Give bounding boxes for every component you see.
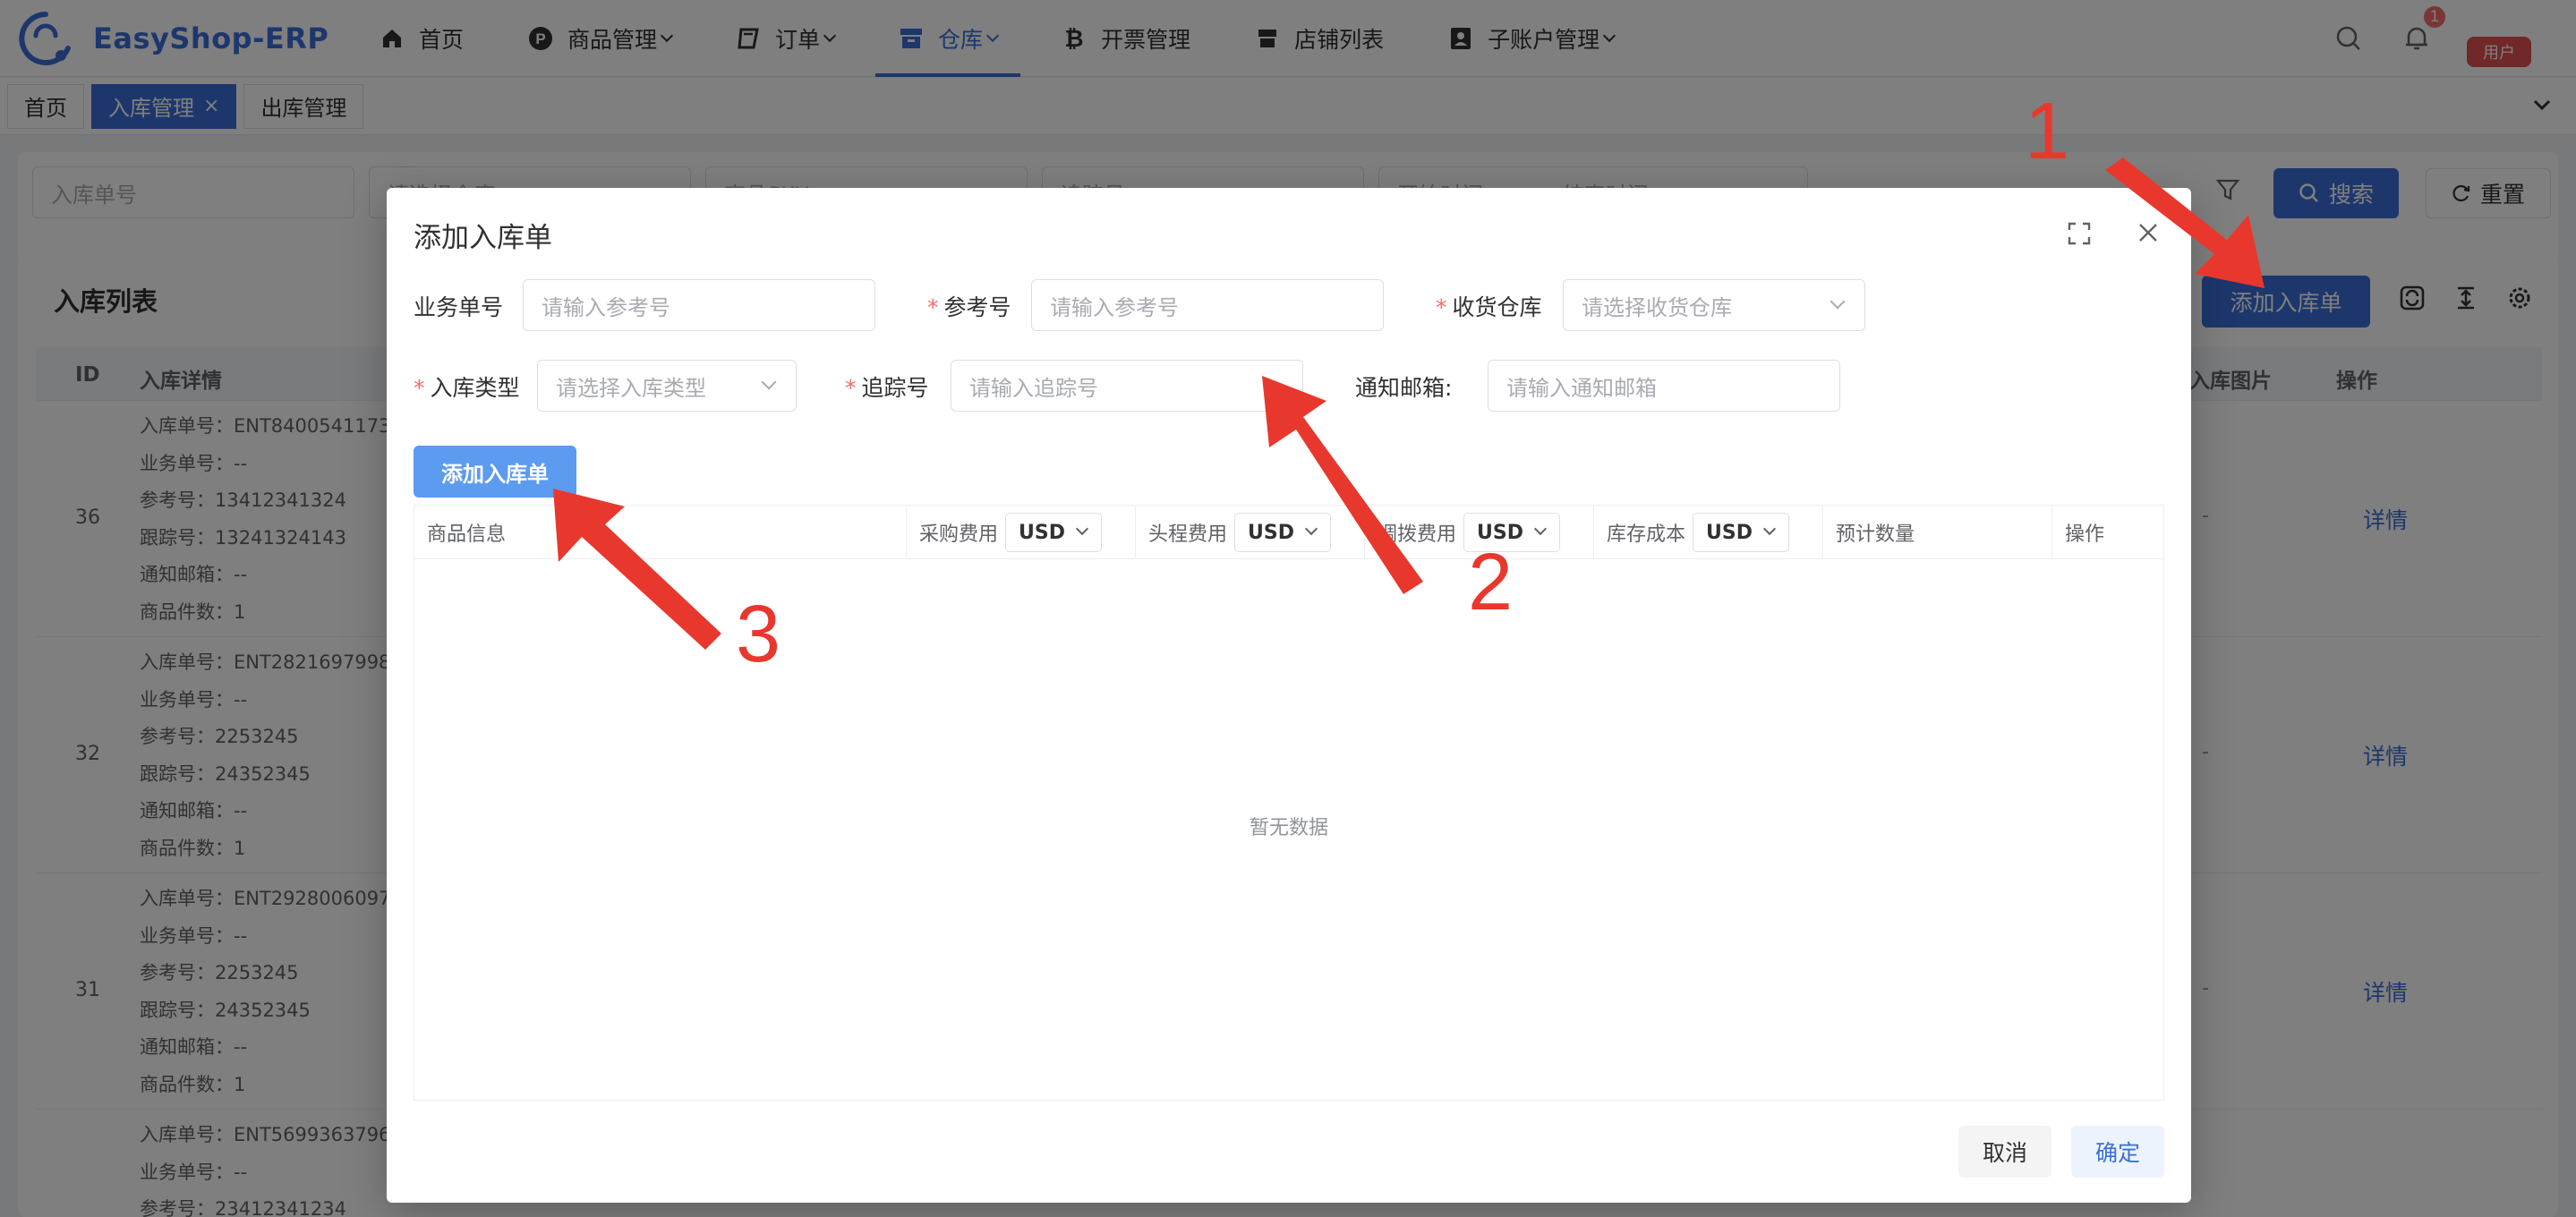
annotation-label-1: 1 bbox=[2025, 87, 2070, 176]
col-action: 操作 bbox=[2052, 506, 2163, 559]
label-text: 参考号 bbox=[943, 294, 1011, 320]
annotation-label-3: 3 bbox=[736, 590, 781, 679]
placeholder: 请输入追踪号 bbox=[969, 375, 1098, 401]
add-inbound-item-button[interactable]: 添加入库单 bbox=[414, 446, 576, 498]
notify-email-label: 通知邮箱: bbox=[1355, 370, 1452, 403]
empty-state-text: 暂无数据 bbox=[1249, 817, 1328, 839]
inbound-items-table: 商品信息 采购费用 USD 头程费用 USD 调拨费用 USD 库存成本 USD… bbox=[414, 505, 2164, 1101]
required-mark: * bbox=[845, 375, 857, 401]
tracking-no-input[interactable]: 请输入追踪号 bbox=[951, 360, 1303, 412]
business-no-input[interactable]: 请输入参考号 bbox=[523, 279, 875, 331]
col-freight-fee: 头程费用 USD bbox=[1136, 506, 1365, 559]
col-label: 调拨费用 bbox=[1378, 523, 1457, 546]
reference-no-input[interactable]: 请输入参考号 bbox=[1031, 279, 1384, 331]
chevron-down-icon bbox=[1533, 522, 1548, 536]
label-text: 收货仓库 bbox=[1452, 294, 1542, 320]
placeholder: 请输入参考号 bbox=[1050, 294, 1179, 320]
label-text: 通知邮箱: bbox=[1355, 375, 1453, 401]
tracking-no-label: * 追踪号 bbox=[845, 370, 929, 403]
chevron-down-icon bbox=[761, 374, 777, 390]
label-text: 业务单号 bbox=[414, 294, 504, 320]
placeholder: 请选择收货仓库 bbox=[1582, 294, 1732, 320]
freight-currency-select[interactable]: USD bbox=[1234, 513, 1332, 552]
notify-email-input[interactable]: 请输入通知邮箱 bbox=[1488, 360, 1840, 412]
dialog-title: 添加入库单 bbox=[414, 222, 552, 254]
required-mark: * bbox=[927, 294, 939, 320]
col-label: 操作 bbox=[2065, 523, 2105, 546]
inbound-type-label: * 入库类型 bbox=[414, 370, 520, 403]
business-no-label: 业务单号 bbox=[414, 290, 503, 322]
col-label: 头程费用 bbox=[1148, 523, 1228, 546]
chevron-down-icon bbox=[1075, 522, 1089, 536]
col-label: 库存成本 bbox=[1607, 523, 1686, 546]
col-label: 预计数量 bbox=[1836, 523, 1915, 546]
add-inbound-dialog: 添加入库单 业务单号 请输入参考号 * 参考号 请输入参考号 * 收货仓库 请选择收… bbox=[387, 188, 2191, 1203]
fullscreen-icon[interactable] bbox=[2068, 222, 2091, 245]
col-label: 商品信息 bbox=[427, 523, 507, 546]
chevron-down-icon bbox=[1762, 522, 1777, 536]
annotation-label-2: 2 bbox=[1468, 538, 1514, 627]
items-table-header: 商品信息 采购费用 USD 头程费用 USD 调拨费用 USD 库存成本 USD… bbox=[414, 506, 2163, 559]
confirm-button[interactable]: 确定 bbox=[2071, 1126, 2164, 1178]
currency-value: USD bbox=[1019, 521, 1065, 544]
stock-cost-currency-select[interactable]: USD bbox=[1693, 513, 1790, 552]
warehouse-select[interactable]: 请选择收货仓库 bbox=[1563, 279, 1865, 331]
currency-value: USD bbox=[1706, 521, 1753, 544]
col-purchase-fee: 采购费用 USD bbox=[907, 506, 1136, 559]
inbound-type-select[interactable]: 请选择入库类型 bbox=[537, 360, 797, 412]
chevron-down-icon bbox=[1304, 522, 1318, 536]
reference-no-label: * 参考号 bbox=[927, 290, 1011, 322]
warehouse-label: * 收货仓库 bbox=[1436, 290, 1542, 322]
cancel-button[interactable]: 取消 bbox=[1958, 1126, 2051, 1178]
placeholder: 请输入参考号 bbox=[542, 294, 670, 320]
col-expected-qty: 预计数量 bbox=[1823, 506, 2052, 559]
col-stock-cost: 库存成本 USD bbox=[1594, 506, 1823, 559]
chevron-down-icon bbox=[1830, 294, 1846, 310]
placeholder: 请选择入库类型 bbox=[556, 375, 706, 401]
close-icon[interactable] bbox=[2136, 220, 2161, 245]
placeholder: 请输入通知邮箱 bbox=[1506, 375, 1657, 401]
purchase-currency-select[interactable]: USD bbox=[1005, 513, 1103, 552]
col-product: 商品信息 bbox=[414, 506, 907, 559]
required-mark: * bbox=[414, 375, 425, 401]
label-text: 入库类型 bbox=[430, 375, 520, 401]
currency-value: USD bbox=[1248, 521, 1294, 544]
label-text: 追踪号 bbox=[861, 375, 929, 401]
required-mark: * bbox=[1436, 294, 1447, 320]
col-label: 采购费用 bbox=[919, 523, 999, 546]
